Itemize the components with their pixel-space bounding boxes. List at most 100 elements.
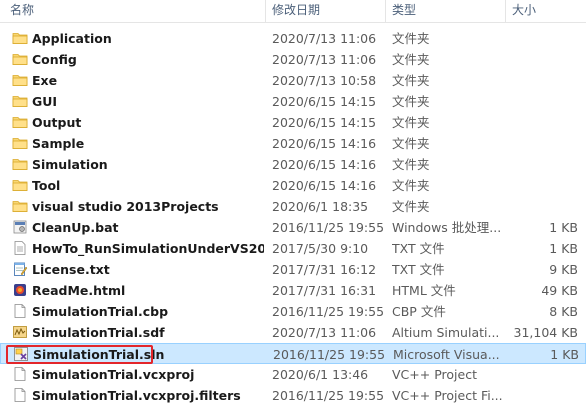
file-type: 文件夹 [392, 31, 430, 46]
file-type: HTML 文件 [392, 283, 456, 298]
file-date: 2016/11/25 19:55 [273, 347, 385, 362]
file-type: 文件夹 [392, 178, 430, 193]
file-row[interactable]: CleanUp.bat 2016/11/25 19:55 Windows 批处理..… [0, 217, 586, 238]
file-date: 2020/6/15 14:16 [272, 178, 377, 193]
file-name: Output [32, 115, 82, 130]
file-type: TXT 文件 [392, 262, 445, 277]
file-type: 文件夹 [392, 115, 430, 130]
file-date: 2020/7/13 10:58 [272, 73, 377, 88]
file-date: 2020/7/13 11:06 [272, 31, 377, 46]
file-row[interactable]: Output 2020/6/15 14:15 文件夹 [0, 112, 586, 133]
file-type: 文件夹 [392, 157, 430, 172]
column-header-date[interactable]: 修改日期 [265, 0, 385, 22]
file-type: TXT 文件 [392, 241, 445, 256]
folder-icon [12, 177, 28, 193]
file-size: 1 KB [549, 220, 578, 235]
folder-icon [12, 51, 28, 67]
file-date: 2020/6/1 18:35 [272, 199, 369, 214]
file-size: 49 KB [541, 283, 578, 298]
file-row[interactable]: Config 2020/7/13 11:06 文件夹 [0, 49, 586, 70]
solution-file-icon [13, 346, 29, 362]
sdf-file-icon [12, 324, 28, 340]
file-date: 2016/11/25 19:55 [272, 220, 384, 235]
file-row[interactable]: Application 2020/7/13 11:06 文件夹 [0, 28, 586, 49]
blank-file-icon [12, 366, 28, 382]
column-header-bar: 名称 修改日期 类型 大小 [0, 0, 586, 23]
file-name: Sample [32, 136, 85, 151]
file-type: 文件夹 [392, 52, 430, 67]
file-type: Windows 批处理... [392, 220, 502, 235]
folder-icon [12, 72, 28, 88]
folder-icon [12, 156, 28, 172]
file-explorer: 名称 修改日期 类型 大小 Application 2020/7/13 11:06… [0, 0, 586, 414]
html-file-icon [12, 282, 28, 298]
folder-icon [12, 30, 28, 46]
file-name: HowTo_RunSimulationUnderVS201... [32, 241, 264, 256]
text-file-icon [12, 240, 28, 256]
file-date: 2016/11/25 19:55 [272, 304, 384, 319]
file-type: 文件夹 [392, 94, 430, 109]
folder-icon [12, 135, 28, 151]
file-date: 2020/7/13 11:06 [272, 325, 377, 340]
file-type: VC++ Project [392, 367, 477, 382]
file-type: 文件夹 [392, 199, 430, 214]
folder-icon [12, 93, 28, 109]
file-name: SimulationTrial.sdf [32, 325, 165, 340]
file-date: 2020/6/15 14:15 [272, 115, 377, 130]
file-date: 2017/7/31 16:31 [272, 283, 377, 298]
file-name: ReadMe.html [32, 283, 126, 298]
file-type: VC++ Project Fi... [392, 388, 502, 403]
file-date: 2017/7/31 16:12 [272, 262, 377, 277]
file-type: 文件夹 [392, 136, 430, 151]
file-name: SimulationTrial.sln [33, 347, 165, 362]
file-row[interactable]: HowTo_RunSimulationUnderVS201... 2017/5/3… [0, 238, 586, 259]
file-row[interactable]: Sample 2020/6/15 14:16 文件夹 [0, 133, 586, 154]
file-row[interactable]: Tool 2020/6/15 14:16 文件夹 [0, 175, 586, 196]
blank-file-icon [12, 303, 28, 319]
file-date: 2020/6/15 14:15 [272, 94, 377, 109]
file-name: SimulationTrial.cbp [32, 304, 169, 319]
file-name: Tool [32, 178, 61, 193]
file-row[interactable]: SimulationTrial.sln 2016/11/25 19:55 Micro… [0, 343, 586, 364]
file-row[interactable]: SimulationTrial.vcxproj 2020/6/1 13:46 VC+… [0, 364, 586, 385]
file-name: SimulationTrial.vcxproj.filters [32, 388, 241, 403]
file-size: 8 KB [549, 304, 578, 319]
file-row[interactable]: SimulationTrial.vcxproj.filters 2016/11/2… [0, 385, 586, 406]
file-name: Exe [32, 73, 58, 88]
column-header-size[interactable]: 大小 [505, 0, 586, 22]
file-row[interactable]: Simulation 2020/6/15 14:16 文件夹 [0, 154, 586, 175]
folder-icon [12, 114, 28, 130]
file-size: 9 KB [549, 262, 578, 277]
file-date: 2020/6/15 14:16 [272, 136, 377, 151]
file-name: GUI [32, 94, 58, 109]
file-name: CleanUp.bat [32, 220, 119, 235]
file-row[interactable]: visual studio 2013Projects 2020/6/1 18:35… [0, 196, 586, 217]
file-row[interactable]: SimulationTrial.sdf 2020/7/13 11:06 Altium… [0, 322, 586, 343]
file-name: Simulation [32, 157, 108, 172]
file-size: 31,104 KB [513, 325, 578, 340]
file-name: Application [32, 31, 112, 46]
folder-icon [12, 198, 28, 214]
file-row[interactable]: SimulationTrial.cbp 2016/11/25 19:55 CBP 文… [0, 301, 586, 322]
file-name: visual studio 2013Projects [32, 199, 219, 214]
file-type: 文件夹 [392, 73, 430, 88]
file-type: Microsoft Visua... [393, 347, 500, 362]
column-header-type[interactable]: 类型 [385, 0, 505, 22]
file-row[interactable]: License.txt 2017/7/31 16:12 TXT 文件 9 KB [0, 259, 586, 280]
blank-file-icon [12, 387, 28, 403]
file-size: 1 KB [550, 347, 579, 362]
file-row[interactable]: Exe 2020/7/13 10:58 文件夹 [0, 70, 586, 91]
file-list: Application 2020/7/13 11:06 文件夹 Config 2020/… [0, 28, 586, 406]
file-type: Altium Simulati... [392, 325, 500, 340]
file-date: 2020/6/15 14:16 [272, 157, 377, 172]
file-row[interactable]: GUI 2020/6/15 14:15 文件夹 [0, 91, 586, 112]
file-name: SimulationTrial.vcxproj [32, 367, 195, 382]
file-row[interactable]: ReadMe.html 2017/7/31 16:31 HTML 文件 49 KB [0, 280, 586, 301]
file-date: 2016/11/25 19:55 [272, 388, 384, 403]
file-size: 1 KB [549, 241, 578, 256]
file-date: 2017/5/30 9:10 [272, 241, 369, 256]
batch-file-icon [12, 219, 28, 235]
column-header-name[interactable]: 名称 [0, 0, 265, 22]
file-type: CBP 文件 [392, 304, 446, 319]
file-name: Config [32, 52, 77, 67]
